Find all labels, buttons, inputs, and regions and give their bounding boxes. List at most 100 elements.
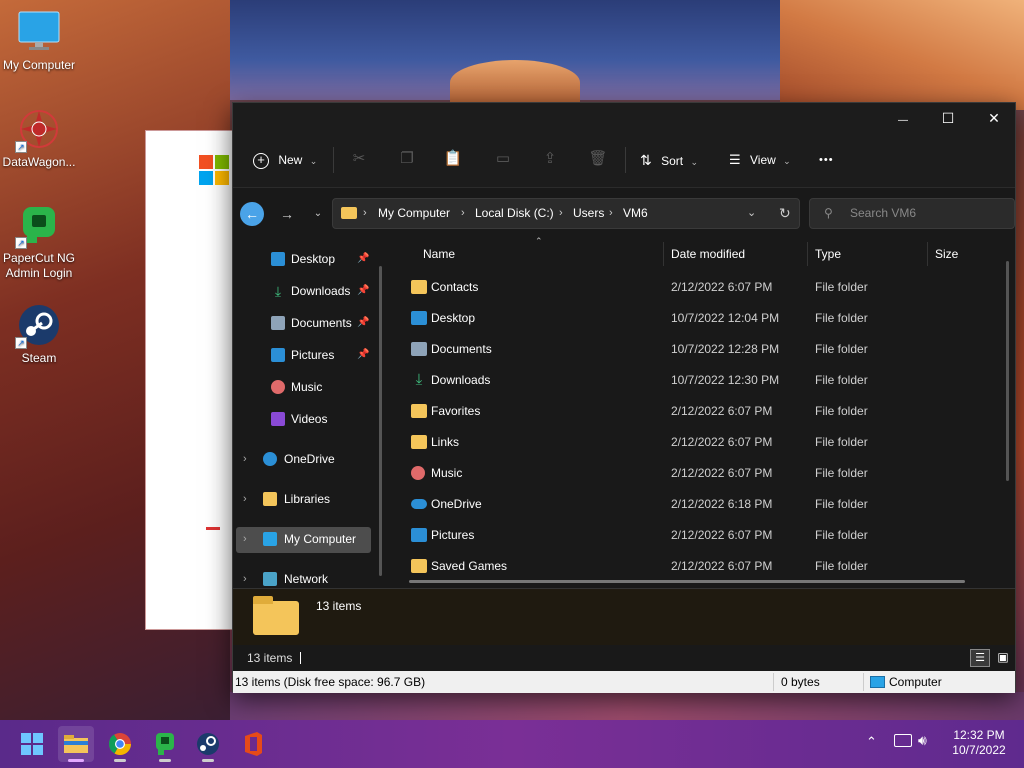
nav-item-downloads[interactable]: ⤓ Downloads 📌 <box>271 277 371 305</box>
column-header-name[interactable]: Name <box>423 238 455 270</box>
toolbar-separator <box>625 147 626 173</box>
folder-icon <box>263 492 277 506</box>
file-type: File folder <box>815 497 868 511</box>
nav-item-libraries[interactable]: › Libraries <box>243 485 373 513</box>
chevron-down-icon: ⌄ <box>690 157 698 167</box>
forward-button[interactable]: → <box>275 202 299 226</box>
plus-circle-icon: + <box>253 152 269 169</box>
show-hidden-icons-icon[interactable]: ⌃ <box>866 734 877 750</box>
picture-icon <box>271 348 285 362</box>
horizontal-scrollbar[interactable] <box>409 580 965 583</box>
file-list: Name ⌃ Date modified Type Size Contacts … <box>391 236 1011 588</box>
nav-item-onedrive[interactable]: › OneDrive <box>243 445 373 473</box>
maximize-button[interactable]: ☐ <box>925 103 971 133</box>
folder-icon <box>411 435 427 449</box>
breadcrumb-vm6[interactable]: VM6 <box>623 199 648 228</box>
view-button[interactable]: ☰ View ⌄ <box>729 147 791 173</box>
background-window[interactable] <box>145 130 245 630</box>
nav-item-videos[interactable]: Videos <box>271 405 371 433</box>
taskbar-chrome[interactable] <box>102 726 138 762</box>
back-button[interactable]: ← <box>240 202 264 226</box>
taskbar-file-explorer[interactable] <box>58 726 94 762</box>
breadcrumb-chevron-icon: › <box>461 207 465 219</box>
breadcrumb-chevron-icon: › <box>363 207 367 219</box>
clock[interactable]: 12:32 PM 10/7/2022 <box>944 728 1014 758</box>
table-row[interactable]: Desktop 10/7/2022 12:04 PM File folder <box>401 303 971 334</box>
breadcrumb-my-computer[interactable]: My Computer <box>378 199 450 228</box>
taskbar-papercut[interactable] <box>147 726 183 762</box>
details-view-icon[interactable]: ☰ <box>970 649 990 667</box>
desktop-icon-datawagon[interactable]: ↗ DataWagon... <box>1 107 77 170</box>
address-bar[interactable]: › My Computer › Local Disk (C:) › Users … <box>332 198 800 229</box>
table-row[interactable]: Saved Games 2/12/2022 6:07 PM File folde… <box>401 551 971 582</box>
start-button[interactable] <box>14 726 50 762</box>
breadcrumb-local-disk[interactable]: Local Disk (C:) <box>475 199 554 228</box>
desktop-icon-my-computer[interactable]: My Computer <box>1 10 77 73</box>
file-date: 10/7/2022 12:30 PM <box>671 373 780 387</box>
more-options-button[interactable]: ••• <box>819 147 834 173</box>
recent-locations-button[interactable]: ⌄ <box>306 202 330 226</box>
folder-large-icon <box>253 596 299 635</box>
details-pane: 13 items <box>233 588 1015 645</box>
refresh-icon[interactable]: ↻ <box>779 199 791 228</box>
address-dropdown-icon[interactable]: ⌄ <box>747 199 756 228</box>
shortcut-arrow-icon: ↗ <box>15 337 27 349</box>
column-header-type[interactable]: Type <box>815 238 841 270</box>
column-separator[interactable] <box>663 242 664 266</box>
table-row[interactable]: Contacts 2/12/2022 6:07 PM File folder <box>401 272 971 303</box>
video-icon <box>271 412 285 426</box>
file-date: 2/12/2022 6:07 PM <box>671 435 773 449</box>
tiles-view-icon[interactable]: ▣ <box>993 649 1013 667</box>
download-icon: ⤓ <box>274 283 282 299</box>
column-separator[interactable] <box>807 242 808 266</box>
nav-item-my-computer[interactable]: › My Computer <box>243 525 373 553</box>
cut-icon[interactable]: ✂ <box>349 149 369 169</box>
nav-item-pictures[interactable]: Pictures 📌 <box>271 341 371 369</box>
taskbar-office[interactable] <box>235 726 271 762</box>
taskbar-steam[interactable] <box>190 726 226 762</box>
file-list-scrollbar[interactable] <box>1006 261 1009 481</box>
chevron-right-icon: › <box>243 533 247 545</box>
column-separator[interactable] <box>927 242 928 266</box>
desktop-icon-steam[interactable]: ↗ Steam <box>1 303 77 366</box>
desktop-icon-papercut[interactable]: ↗ PaperCut NG Admin Login <box>1 203 77 281</box>
file-explorer-icon <box>64 735 88 753</box>
close-button[interactable]: ✕ <box>971 103 1017 133</box>
breadcrumb-chevron-icon: › <box>559 207 563 219</box>
share-icon[interactable]: ⇪ <box>540 149 560 169</box>
rename-icon[interactable]: ▭ <box>493 149 513 169</box>
new-button[interactable]: + New ⌄ <box>253 147 317 173</box>
status-divider <box>773 673 774 691</box>
column-header-size[interactable]: Size <box>935 238 958 270</box>
table-row[interactable]: Links 2/12/2022 6:07 PM File folder <box>401 427 971 458</box>
chevron-right-icon: › <box>243 493 247 505</box>
nav-scrollbar[interactable] <box>379 266 382 576</box>
table-row[interactable]: OneDrive 2/12/2022 6:18 PM File folder <box>401 489 971 520</box>
table-row[interactable]: Favorites 2/12/2022 6:07 PM File folder <box>401 396 971 427</box>
file-type: File folder <box>815 559 868 573</box>
file-name: OneDrive <box>431 497 482 511</box>
network-status-icon[interactable] <box>894 734 912 747</box>
breadcrumb-users[interactable]: Users <box>573 199 604 228</box>
nav-item-label: Downloads <box>291 284 351 298</box>
title-bar[interactable]: — ☐ ✕ <box>233 103 1015 133</box>
sort-button[interactable]: ⇅ Sort ⌄ <box>640 147 698 173</box>
table-row[interactable]: Documents 10/7/2022 12:28 PM File folder <box>401 334 971 365</box>
file-name: Desktop <box>431 311 476 325</box>
delete-icon[interactable]: 🗑 <box>588 149 608 169</box>
minimize-button[interactable]: — <box>880 103 926 133</box>
nav-item-label: Documents <box>291 316 352 330</box>
table-row[interactable]: Pictures 2/12/2022 6:07 PM File folder <box>401 520 971 551</box>
table-row[interactable]: Music 2/12/2022 6:07 PM File folder <box>401 458 971 489</box>
volume-icon[interactable]: 🔊︎ <box>918 732 927 749</box>
office-icon <box>245 732 262 756</box>
search-box[interactable]: ⚲ Search VM6 <box>809 198 1015 229</box>
table-row[interactable]: ⤓ Downloads 10/7/2022 12:30 PM File fold… <box>401 365 971 396</box>
copy-icon[interactable]: ❐ <box>397 149 417 169</box>
nav-item-music[interactable]: Music <box>271 373 371 401</box>
nav-item-documents[interactable]: Documents 📌 <box>271 309 371 337</box>
sort-icon: ⇅ <box>640 152 652 168</box>
paste-icon[interactable]: 📋 <box>443 149 463 169</box>
column-header-date[interactable]: Date modified <box>671 238 745 270</box>
nav-item-desktop[interactable]: Desktop 📌 <box>271 245 371 273</box>
